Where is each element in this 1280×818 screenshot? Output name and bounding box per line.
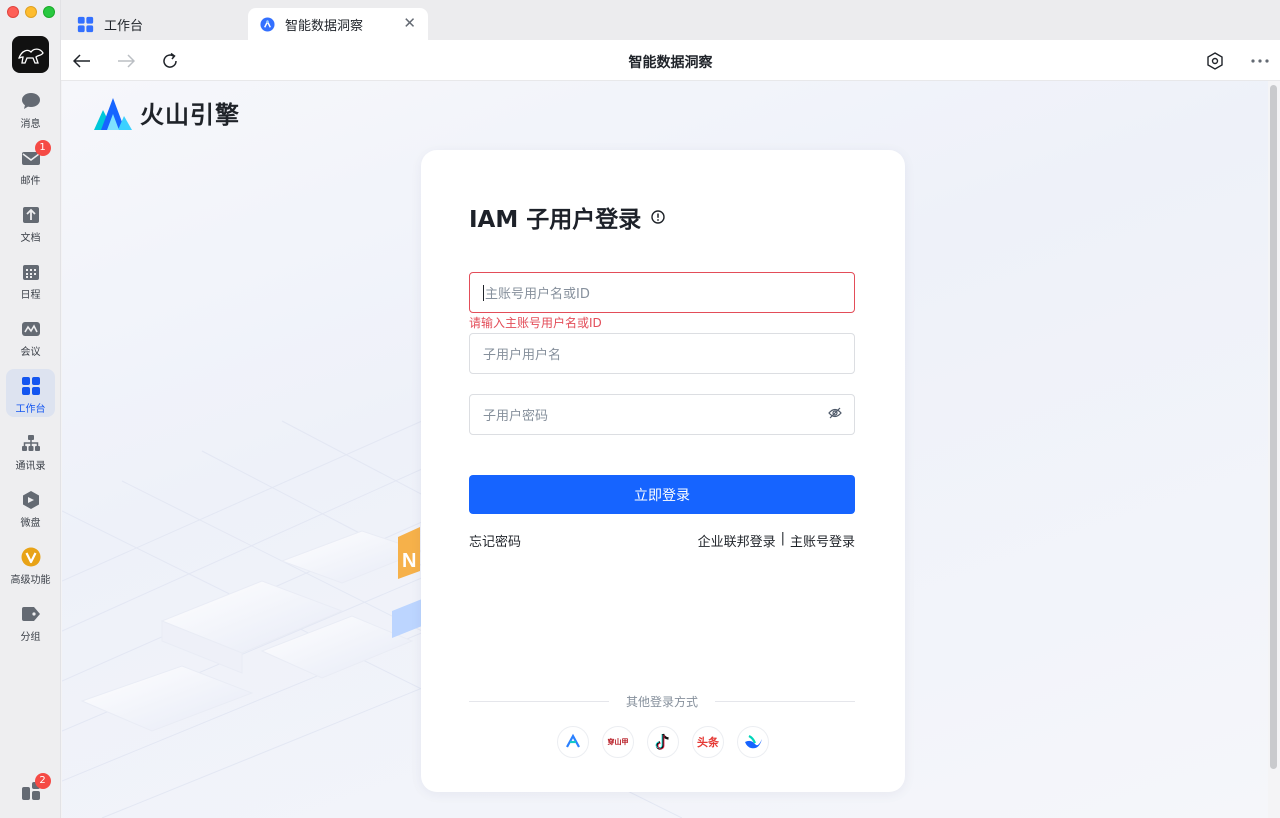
vip-icon <box>20 546 42 568</box>
douyin-button[interactable] <box>647 726 679 758</box>
sidebar-item-label: 高级功能 <box>10 575 51 586</box>
apps-icon: 2 <box>20 773 51 802</box>
maximize-window-button[interactable] <box>43 6 55 18</box>
other-login-divider: 其他登录方式 <box>469 693 855 709</box>
sub-password-input[interactable]: 子用户密码 <box>469 394 855 435</box>
sidebar-item-label: 分组 <box>20 632 41 643</box>
sidebar-item-groups[interactable]: 分组 <box>6 597 55 645</box>
divider-line <box>715 701 855 702</box>
scrollbar-thumb[interactable] <box>1270 85 1277 769</box>
sidebar-item-label: 会议 <box>20 347 41 358</box>
page-title: 智能数据洞察 <box>628 55 713 71</box>
tab-workplace[interactable]: 工作台 <box>77 8 237 40</box>
text-caret <box>483 284 484 301</box>
feishu-icon <box>745 735 762 749</box>
login-providers: 穿山甲 头条 <box>557 726 769 758</box>
settings-button[interactable] <box>1204 50 1226 72</box>
tab-bar: 工作台 智能数据洞察 ✕ <box>61 0 1280 40</box>
page-scrollbar[interactable] <box>1268 81 1280 818</box>
brand-logo: 火山引擎 <box>94 95 240 130</box>
provider-2-button[interactable]: 穿山甲 <box>602 726 634 758</box>
sidebar-item-label: 日程 <box>20 290 41 301</box>
tag-icon <box>20 603 42 625</box>
login-card: IAM 子用户登录 主账号用户名或ID 请输入主账号用户名或ID 子用户用户名 … <box>421 150 905 792</box>
brand-name: 火山引擎 <box>140 101 240 129</box>
minimize-window-button[interactable] <box>25 6 37 18</box>
calendar-icon <box>20 261 42 283</box>
tab-data-insight[interactable]: 智能数据洞察 ✕ <box>248 8 428 40</box>
douyin-icon <box>655 733 669 750</box>
info-icon[interactable] <box>651 210 665 224</box>
svg-text:N: N <box>402 550 416 572</box>
main-account-login-link[interactable]: 主账号登录 <box>790 531 855 550</box>
account-id-placeholder: 主账号用户名或ID <box>485 287 590 302</box>
workplace-grid-icon <box>20 375 42 397</box>
sidebar-item-docs[interactable]: 文档 <box>6 198 55 246</box>
mail-badge: 1 <box>34 140 51 156</box>
sidebar-item-calendar[interactable]: 日程 <box>6 255 55 303</box>
close-tab-icon[interactable]: ✕ <box>403 16 416 31</box>
workplace-grid-icon <box>77 16 94 33</box>
apps-badge: 2 <box>34 773 51 789</box>
user-avatar[interactable] <box>12 36 49 73</box>
tab-label: 工作台 <box>104 18 144 34</box>
sidebar-item-drive[interactable]: 微盘 <box>6 483 55 531</box>
sidebar-item-label: 邮件 <box>20 176 41 187</box>
app-sidebar: 消息 1 邮件 文档 日程 会议 工作台 通讯录 微盘 高级功能 分组 2 <box>0 0 61 818</box>
more-dots-icon <box>1251 59 1269 63</box>
sidebar-item-meeting[interactable]: 会议 <box>6 312 55 360</box>
provider-2-icon: 穿山甲 <box>607 738 629 746</box>
login-title-text: IAM 子用户登录 <box>469 207 642 233</box>
sidebar-item-messages[interactable]: 消息 <box>6 84 55 132</box>
feishu-button[interactable] <box>737 726 769 758</box>
forgot-password-link[interactable]: 忘记密码 <box>469 531 521 550</box>
drive-icon <box>20 489 42 511</box>
sidebar-item-label: 文档 <box>20 233 41 244</box>
sub-username-input[interactable]: 子用户用户名 <box>469 333 855 374</box>
sidebar-item-label: 工作台 <box>15 404 46 415</box>
tab-label: 智能数据洞察 <box>285 18 364 34</box>
sidebar-item-label: 微盘 <box>20 518 41 529</box>
data-insight-app-icon <box>260 16 275 32</box>
sidebar-item-workplace[interactable]: 工作台 <box>6 369 55 417</box>
more-button[interactable] <box>1249 50 1271 72</box>
chat-icon <box>20 90 42 112</box>
volcengine-logo-icon <box>94 97 132 130</box>
close-window-button[interactable] <box>7 6 19 18</box>
eye-off-icon[interactable] <box>828 407 842 419</box>
link-separator: | <box>780 531 785 546</box>
web-content: N 火山引擎 IAM 子用户登录 主账号用户名或ID 请输入主账号用户名或ID … <box>62 81 1268 818</box>
account-id-error: 请输入主账号用户名或ID <box>469 316 602 330</box>
document-icon <box>20 204 42 226</box>
sidebar-item-advanced[interactable]: 高级功能 <box>6 540 55 588</box>
hexagon-settings-icon <box>1207 52 1223 70</box>
toutiao-icon: 头条 <box>697 736 719 749</box>
sidebar-item-label: 消息 <box>20 119 41 130</box>
sidebar-item-mail[interactable]: 1 邮件 <box>6 140 55 189</box>
sidebar-item-label: 通讯录 <box>15 461 46 472</box>
alt-login-links: 企业联邦登录 | 主账号登录 <box>698 531 855 550</box>
meeting-icon <box>20 318 42 340</box>
sidebar-bottom-apps[interactable]: 2 <box>6 773 55 818</box>
window-controls <box>7 6 55 18</box>
browser-toolbar: 智能数据洞察 <box>61 40 1280 81</box>
toutiao-button[interactable]: 头条 <box>692 726 724 758</box>
sub-username-placeholder: 子用户用户名 <box>483 348 562 363</box>
mail-icon: 1 <box>20 140 51 169</box>
account-id-input[interactable]: 主账号用户名或ID <box>469 272 855 313</box>
sub-password-placeholder: 子用户密码 <box>483 409 549 424</box>
login-button[interactable]: 立即登录 <box>469 475 855 514</box>
provider-1-icon <box>566 733 580 748</box>
sidebar-item-contacts[interactable]: 通讯录 <box>6 426 55 474</box>
federated-login-link[interactable]: 企业联邦登录 <box>698 531 776 550</box>
provider-1-button[interactable] <box>557 726 589 758</box>
org-chart-icon <box>20 432 42 454</box>
login-title: IAM 子用户登录 <box>469 200 665 234</box>
